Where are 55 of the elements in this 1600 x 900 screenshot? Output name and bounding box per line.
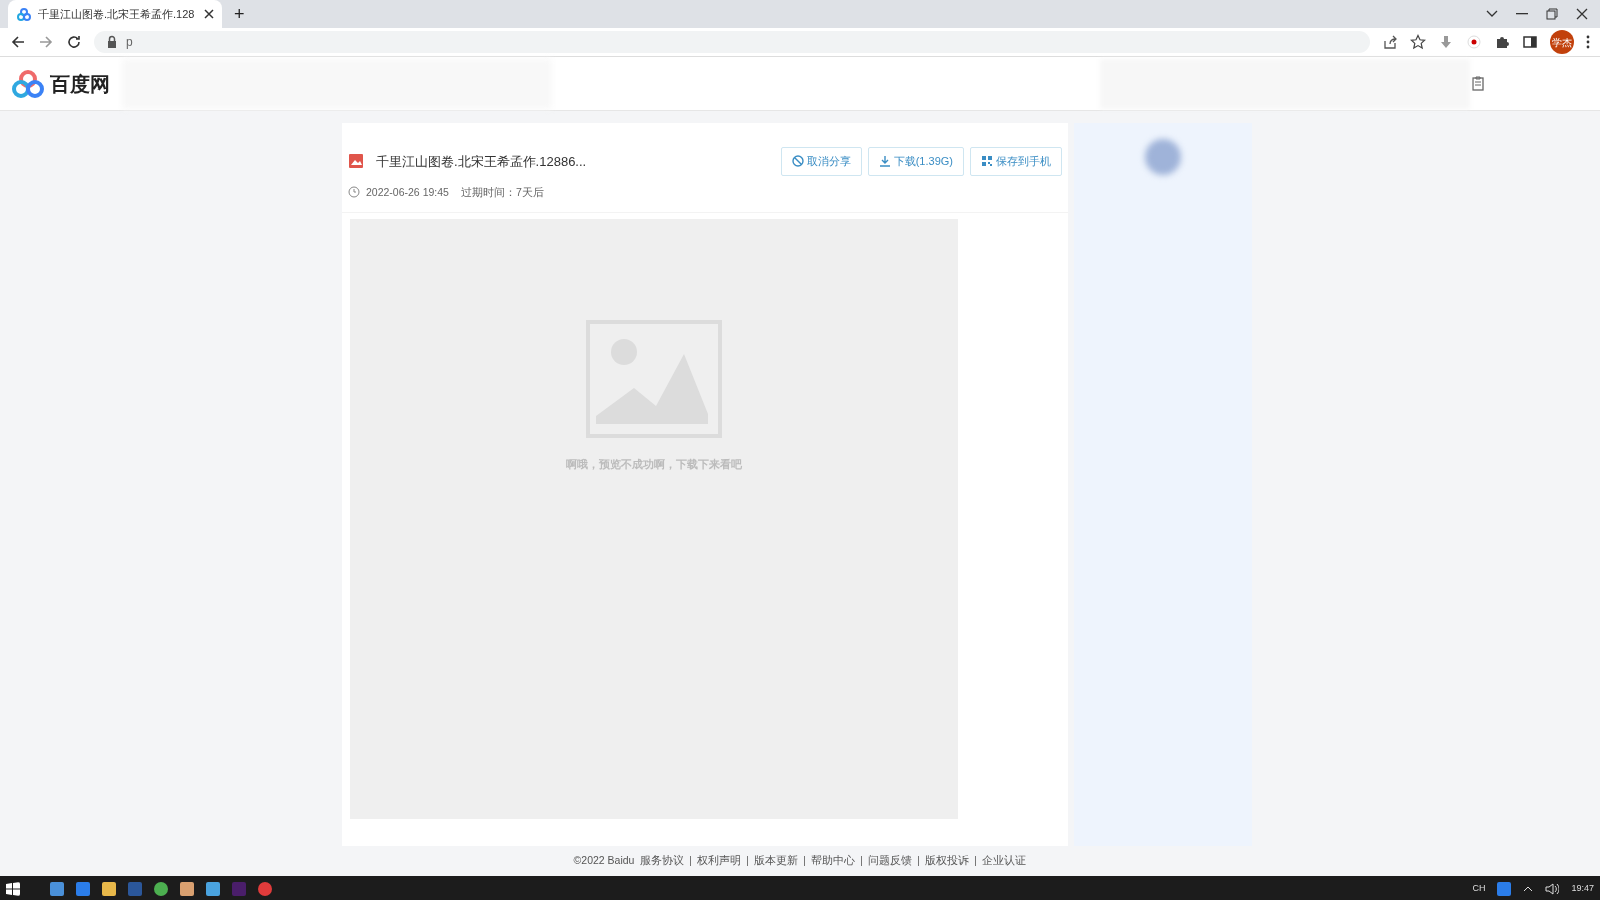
puzzle-icon[interactable] bbox=[1494, 34, 1510, 50]
footer-link[interactable]: 版本更新 bbox=[754, 853, 799, 869]
footer-link[interactable]: 问题反馈 bbox=[868, 853, 913, 869]
download-icon bbox=[878, 155, 891, 168]
save-to-phone-button[interactable]: 保存到手机 bbox=[970, 147, 1062, 176]
footer-link[interactable]: 权利声明 bbox=[697, 853, 742, 869]
logo-icon bbox=[12, 69, 44, 98]
ban-icon bbox=[791, 155, 804, 168]
footer-link[interactable]: 服务协议 bbox=[640, 853, 685, 869]
new-tab-button[interactable]: + bbox=[234, 4, 245, 24]
reload-icon[interactable] bbox=[66, 34, 82, 50]
tab-title: 千里江山图卷.北宋王希孟作.128 bbox=[38, 6, 196, 22]
restore-icon[interactable] bbox=[1546, 8, 1558, 20]
footer-link[interactable]: 企业认证 bbox=[982, 853, 1027, 869]
clock-time: 19:47 bbox=[1571, 881, 1594, 895]
windows-start-icon[interactable] bbox=[6, 881, 20, 896]
cancel-share-button[interactable]: 取消分享 bbox=[780, 147, 862, 176]
taskbar-app-icon[interactable] bbox=[76, 881, 90, 896]
expiry-text: 过期时间：7天后 bbox=[460, 184, 544, 200]
footer-link[interactable]: 帮助中心 bbox=[811, 853, 856, 869]
logo-text: 百度网 bbox=[50, 71, 110, 97]
image-file-icon bbox=[348, 153, 364, 170]
forward-icon[interactable] bbox=[38, 34, 54, 50]
taskbar-app-icon[interactable] bbox=[180, 881, 194, 896]
url-text: p bbox=[126, 34, 133, 51]
download-icon[interactable] bbox=[1438, 34, 1454, 50]
clock-icon bbox=[348, 186, 360, 199]
clipboard-icon[interactable] bbox=[1472, 76, 1484, 91]
cloud-logo-icon bbox=[16, 6, 32, 22]
chevron-up-icon[interactable] bbox=[1523, 885, 1534, 892]
close-icon[interactable] bbox=[204, 9, 214, 19]
taskbar-app-icon[interactable] bbox=[258, 881, 272, 896]
record-icon[interactable] bbox=[1466, 34, 1482, 50]
volume-icon[interactable] bbox=[1545, 882, 1560, 895]
close-icon[interactable] bbox=[1576, 8, 1588, 20]
side-panel-icon[interactable] bbox=[1522, 34, 1538, 50]
qr-code-icon bbox=[981, 155, 993, 168]
share-date: 2022-06-26 19:45 bbox=[366, 184, 449, 200]
input-method-icon[interactable] bbox=[1497, 881, 1512, 896]
download-button[interactable]: 下载(1.39G) bbox=[867, 147, 964, 176]
minimize-icon[interactable] bbox=[1516, 13, 1528, 15]
browser-tab[interactable]: 千里江山图卷.北宋王希孟作.128 bbox=[8, 0, 222, 28]
address-bar[interactable]: p bbox=[94, 31, 1370, 53]
profile-avatar[interactable]: 学杰 bbox=[1550, 30, 1574, 54]
file-name: 千里江山图卷.北宋王希孟作.12886... bbox=[376, 152, 588, 171]
taskbar-app-icon[interactable] bbox=[206, 881, 220, 896]
star-icon[interactable] bbox=[1410, 34, 1426, 50]
chevron-down-icon[interactable] bbox=[1486, 10, 1498, 18]
footer-link[interactable]: 版权投诉 bbox=[925, 853, 970, 869]
back-icon[interactable] bbox=[10, 34, 26, 50]
taskbar-app-icon[interactable] bbox=[50, 881, 64, 896]
share-icon[interactable] bbox=[1382, 34, 1398, 50]
menu-icon[interactable] bbox=[1586, 35, 1590, 49]
copyright-text: ©2022 Baidu bbox=[573, 853, 635, 869]
language-indicator[interactable]: CH bbox=[1472, 881, 1486, 896]
